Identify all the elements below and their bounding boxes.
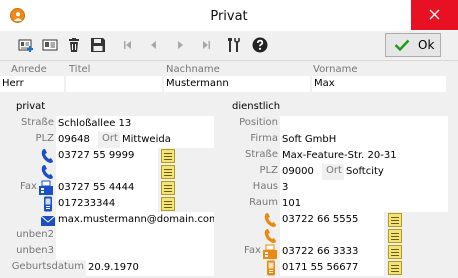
privat-unben3-label: unben3 xyxy=(16,245,54,256)
privat-mobile-field[interactable]: 017233344 xyxy=(56,196,158,212)
contact-window: Privat Ok Anrede Titel Nachname Vorname … xyxy=(0,0,458,278)
dienstlich-fax-note-icon[interactable] xyxy=(388,245,402,259)
privat-ort-label: Ort xyxy=(102,133,118,144)
toolbar-divider xyxy=(0,60,458,61)
close-button[interactable] xyxy=(411,0,458,30)
delete-button[interactable] xyxy=(64,35,84,55)
title-bar: Privat xyxy=(0,0,458,31)
privat-strasse-field[interactable]: Schloßallee 13 xyxy=(56,116,214,132)
geburtsdatum-label: Geburtsdatum xyxy=(11,261,84,272)
contact-card-icon xyxy=(42,39,58,51)
tools-icon xyxy=(228,38,240,52)
privat-fax-note-icon[interactable] xyxy=(161,181,175,195)
privat-plz-label: PLZ xyxy=(35,133,54,144)
anrede-label: Anrede xyxy=(11,64,47,75)
checkmark-icon xyxy=(394,39,410,51)
titel-field[interactable] xyxy=(66,76,162,92)
ok-button[interactable]: Ok xyxy=(385,33,441,57)
privat-phone2-note-icon[interactable] xyxy=(161,165,175,179)
privat-heading: privat xyxy=(16,101,46,112)
dienstlich-phone1-note-icon[interactable] xyxy=(388,213,402,227)
last-record-button[interactable] xyxy=(196,35,216,55)
privat-phone1-field[interactable]: 03727 55 9999 xyxy=(56,148,158,164)
previous-record-button[interactable] xyxy=(144,35,164,55)
last-icon xyxy=(203,41,210,49)
next-record-button[interactable] xyxy=(170,35,190,55)
privat-email-field[interactable]: max.mustermann@domain.com xyxy=(56,212,214,228)
privat-phone2-icon xyxy=(41,165,53,179)
geburtsdatum-field[interactable]: 20.9.1970 xyxy=(86,260,214,276)
privat-mobile-note-icon[interactable] xyxy=(161,197,175,211)
next-icon xyxy=(178,41,183,49)
privat-unben2-field[interactable] xyxy=(56,228,214,244)
dienstlich-phone2-icon xyxy=(264,229,276,243)
privat-phone2-field[interactable] xyxy=(56,164,158,180)
nachname-field[interactable]: Mustermann xyxy=(164,76,310,92)
raum-field[interactable]: 101 xyxy=(280,196,448,212)
ok-label: Ok xyxy=(418,38,435,52)
anrede-field[interactable]: Herr xyxy=(0,76,64,92)
position-field[interactable] xyxy=(280,116,448,132)
privat-strasse-label: Straße xyxy=(21,117,54,128)
dienstlich-heading: dienstlich xyxy=(232,101,281,112)
privat-plz-field[interactable]: 09648 xyxy=(56,132,98,148)
new-card-icon xyxy=(18,39,33,52)
haus-field[interactable]: 3 xyxy=(280,180,448,196)
dienstlich-phone2-field[interactable] xyxy=(280,228,384,244)
dienstlich-strasse-label: Straße xyxy=(245,149,278,160)
dienstlich-strasse-field[interactable]: Max-Feature-Str. 20-31 xyxy=(280,148,448,164)
dienstlich-phone1-field[interactable]: 03722 66 5555 xyxy=(280,212,384,228)
dienstlich-mobile-field[interactable]: 0171 55 56677 xyxy=(280,260,384,276)
titel-label: Titel xyxy=(69,64,91,75)
dienstlich-mobile-icon xyxy=(267,260,275,276)
privat-unben2-label: unben2 xyxy=(16,229,54,240)
dienstlich-plz-field[interactable]: 09000 xyxy=(280,164,322,180)
haus-label: Haus xyxy=(252,181,278,192)
privat-ort-field[interactable]: Mittweida xyxy=(120,132,214,148)
dienstlich-fax-field[interactable]: 03722 66 3333 xyxy=(280,244,384,260)
window-title: Privat xyxy=(210,9,248,24)
close-icon xyxy=(429,9,440,20)
nachname-label: Nachname xyxy=(166,64,220,75)
dienstlich-mobile-note-icon[interactable] xyxy=(388,261,402,275)
first-icon xyxy=(124,41,131,49)
dienstlich-fax-label: Fax xyxy=(244,245,261,256)
privat-phone-icon xyxy=(41,149,53,163)
privat-phone1-note-icon[interactable] xyxy=(161,149,175,163)
toolbar: Ok xyxy=(0,31,458,59)
save-button[interactable] xyxy=(88,35,108,55)
privat-fax-icon xyxy=(39,180,53,195)
dienstlich-ort-field[interactable]: Softcity xyxy=(344,164,448,180)
dienstlich-fax-icon xyxy=(263,244,277,259)
save-disk-icon xyxy=(91,38,105,52)
firma-field[interactable]: Soft GmbH xyxy=(280,132,448,148)
first-record-button[interactable] xyxy=(118,35,138,55)
raum-label: Raum xyxy=(249,197,278,208)
help-icon xyxy=(252,37,268,53)
contact-card-button[interactable] xyxy=(40,35,60,55)
trash-icon xyxy=(69,38,79,52)
dienstlich-plz-label: PLZ xyxy=(259,165,278,176)
vorname-label: Vorname xyxy=(313,64,358,75)
vorname-field[interactable]: Max xyxy=(312,76,446,92)
tools-button[interactable] xyxy=(224,35,244,55)
dienstlich-phone2-note-icon[interactable] xyxy=(388,229,402,243)
privat-email-icon xyxy=(40,215,56,226)
privat-unben3-field[interactable] xyxy=(56,244,214,260)
position-label: Position xyxy=(239,117,278,128)
previous-icon xyxy=(151,41,156,49)
help-button[interactable] xyxy=(250,35,270,55)
dienstlich-phone-icon xyxy=(264,213,276,227)
new-contact-button[interactable] xyxy=(16,35,36,55)
privat-fax-field[interactable]: 03727 55 4444 xyxy=(56,180,158,196)
privat-mobile-icon xyxy=(44,196,52,212)
dienstlich-ort-label: Ort xyxy=(326,165,342,176)
firma-label: Firma xyxy=(250,133,278,144)
privat-fax-label: Fax xyxy=(20,181,37,192)
